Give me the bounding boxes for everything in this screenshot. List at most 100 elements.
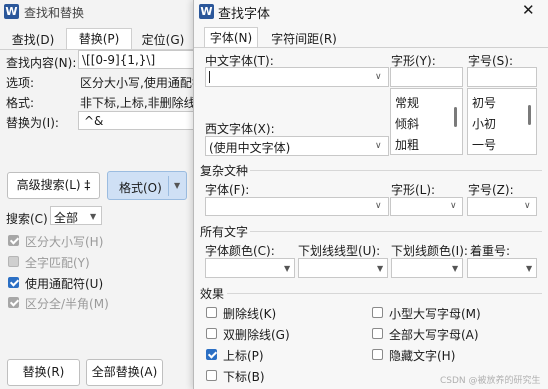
whole-word-label: 全字匹配(Y) (25, 256, 90, 270)
all-text-section-title: 所有文字 (200, 225, 249, 239)
replace-button[interactable]: 替换(R) (7, 359, 80, 386)
find-font-dialog: W 查找字体 ✕ 字体(N) 字符间距(R) 中文字体(T): ∨ 字形(Y):… (193, 0, 548, 389)
west-font-label: 西文字体(X): (205, 122, 275, 136)
complex-style-label: 字形(L): (391, 183, 436, 197)
section-divider (227, 293, 542, 294)
replace-all-button[interactable]: 全部替换(A) (86, 359, 163, 386)
search-direction-label: 搜索(C) (6, 212, 48, 226)
format-label: 格式: (6, 96, 35, 110)
whole-word-checkbox[interactable] (8, 256, 19, 267)
search-direction-select[interactable]: 全部 ▼ (50, 206, 102, 225)
complex-section-title: 复杂文种 (200, 164, 249, 178)
search-direction-value: 全部 (54, 211, 79, 225)
find-what-value: \[[0-9]{1,}\] (82, 53, 156, 67)
watermark: CSDN @被放养的研究生 (440, 376, 541, 386)
chevron-down-icon: ∨ (524, 201, 531, 211)
superscript-checkbox[interactable] (206, 349, 217, 360)
size-option[interactable]: 一号 (472, 136, 496, 153)
size-option[interactable]: 小初 (472, 115, 496, 132)
size-input[interactable] (467, 67, 537, 87)
all-caps-label: 全部大写字母(A) (389, 328, 479, 342)
underline-color-label: 下划线颜色(I): (391, 244, 468, 258)
style-listbox[interactable]: 常规 倾斜 加粗 (390, 88, 463, 155)
effects-section-title: 效果 (200, 287, 225, 301)
tab-divider (194, 47, 548, 48)
split-divider (168, 176, 169, 196)
dropdown-caret-icon: ▼ (452, 264, 459, 273)
find-what-label: 查找内容(N): (6, 56, 77, 70)
section-divider (250, 170, 542, 171)
use-wildcards-checkbox[interactable] (8, 277, 19, 288)
underline-style-label: 下划线线型(U): (298, 244, 381, 258)
chevron-down-icon: ∨ (375, 141, 382, 151)
west-font-value: (使用中文字体) (209, 141, 291, 155)
cn-font-select[interactable]: ∨ (205, 67, 389, 87)
small-caps-checkbox[interactable] (372, 307, 383, 318)
match-width-checkbox[interactable] (8, 297, 19, 308)
section-divider (250, 231, 542, 232)
text-cursor (209, 71, 210, 83)
style-option[interactable]: 常规 (395, 94, 419, 111)
replace-with-input[interactable]: ^& (78, 111, 196, 130)
underline-color-select[interactable]: ▼ (391, 258, 463, 278)
chevron-down-icon: ∨ (375, 72, 382, 82)
scrollbar-thumb[interactable] (454, 107, 457, 127)
hidden-text-checkbox[interactable] (372, 349, 383, 360)
replace-with-value: ^& (84, 114, 104, 128)
match-case-checkbox[interactable] (8, 235, 19, 246)
superscript-label: 上标(P) (223, 349, 264, 363)
double-strikethrough-checkbox[interactable] (206, 328, 217, 339)
use-wildcards-label: 使用通配符(U) (25, 277, 104, 291)
format-value: 非下标,上标,非删除线 (80, 96, 196, 110)
dropdown-caret-icon: ▼ (174, 181, 181, 190)
tab-replace[interactable]: 替换(P) (66, 28, 132, 49)
style-input[interactable] (390, 67, 463, 87)
tab-find[interactable]: 查找(D) (4, 30, 62, 50)
complex-size-label: 字号(Z): (468, 183, 514, 197)
options-value: 区分大小写,使用通配符 (80, 76, 204, 90)
style-option[interactable]: 倾斜 (395, 115, 419, 132)
wps-writer-icon: W (4, 4, 19, 19)
close-icon[interactable]: ✕ (522, 1, 535, 19)
complex-size-select[interactable]: ∨ (467, 197, 537, 216)
dropdown-caret-icon: ▼ (377, 264, 384, 273)
find-font-title: 查找字体 (218, 7, 271, 22)
complex-font-label: 字体(F): (205, 183, 250, 197)
complex-font-select[interactable]: ∨ (205, 197, 389, 216)
west-font-select[interactable]: (使用中文字体) ∨ (205, 136, 389, 156)
complex-style-select[interactable]: ∨ (390, 197, 463, 216)
double-strikethrough-label: 双删除线(G) (223, 328, 290, 342)
match-width-label: 区分全/半角(M) (25, 297, 109, 311)
advanced-search-button[interactable]: 高级搜索(L) ‡ (7, 172, 100, 199)
wps-writer-icon: W (199, 4, 214, 19)
format-button-label: 格式(O) (119, 181, 162, 195)
find-what-input[interactable]: \[[0-9]{1,}\] (78, 50, 196, 69)
replace-with-label: 替换为(I): (6, 116, 59, 130)
small-caps-label: 小型大写字母(M) (389, 307, 481, 321)
strikethrough-checkbox[interactable] (206, 307, 217, 318)
scrollbar-thumb[interactable] (528, 105, 531, 125)
find-replace-title: 查找和替换 (24, 6, 85, 20)
all-caps-checkbox[interactable] (372, 328, 383, 339)
hidden-text-label: 隐藏文字(H) (389, 349, 456, 363)
size-listbox[interactable]: 初号 小初 一号 (467, 88, 537, 155)
size-option[interactable]: 初号 (472, 94, 496, 111)
emphasis-label: 着重号: (470, 244, 511, 258)
font-color-select[interactable]: ▼ (205, 258, 295, 278)
dropdown-caret-icon: ▼ (284, 264, 291, 273)
subscript-checkbox[interactable] (206, 370, 217, 381)
emphasis-select[interactable]: ▼ (467, 258, 537, 278)
font-color-label: 字体颜色(C): (205, 244, 275, 258)
subscript-label: 下标(B) (223, 370, 265, 384)
format-button[interactable]: 格式(O) ▼ (107, 171, 187, 200)
strikethrough-label: 删除线(K) (223, 307, 277, 321)
match-case-label: 区分大小写(H) (25, 235, 104, 249)
underline-style-select[interactable]: ▼ (298, 258, 388, 278)
tab-character-spacing[interactable]: 字符间距(R) (266, 29, 342, 49)
tab-goto[interactable]: 定位(G) (134, 30, 192, 50)
style-option[interactable]: 加粗 (395, 136, 419, 153)
chevron-down-icon: ▼ (90, 212, 97, 221)
chevron-down-icon: ∨ (450, 201, 457, 211)
tab-font[interactable]: 字体(N) (204, 27, 258, 48)
options-label: 选项: (6, 76, 35, 90)
